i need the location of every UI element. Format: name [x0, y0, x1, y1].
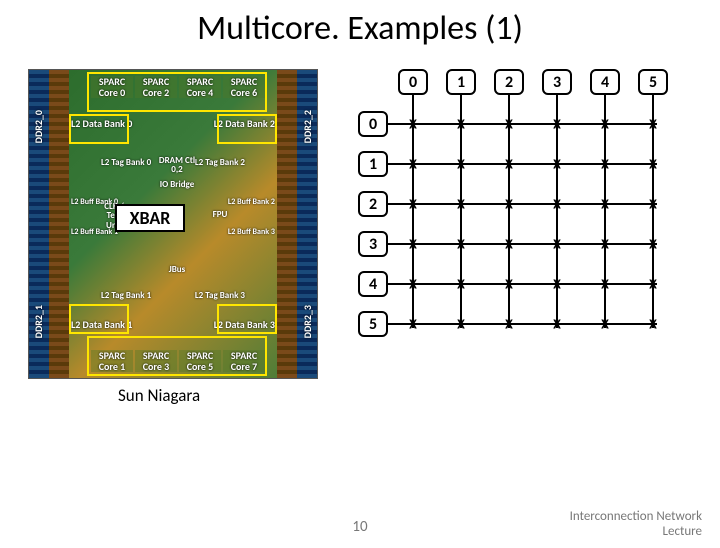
- ddr-label: DDR2_2: [301, 110, 314, 143]
- crossbar-row-node: 2: [358, 191, 388, 217]
- crossbar-intersection: X: [553, 156, 561, 173]
- crossbar-intersection: X: [601, 196, 609, 213]
- crossbar-intersection: X: [457, 316, 465, 333]
- l2-buf-label: L2 Buff Bank 3: [228, 228, 275, 236]
- crossbar-col-node: 2: [494, 69, 524, 95]
- crossbar-intersection: X: [601, 276, 609, 293]
- fpu-label: FPU: [205, 210, 235, 219]
- l2-tag-label: L2 Tag Bank 3: [195, 291, 245, 300]
- crossbar-intersection: X: [553, 276, 561, 293]
- crossbar-intersection: X: [409, 116, 417, 133]
- crossbar-intersection: X: [649, 316, 657, 333]
- crossbar-intersection: X: [409, 156, 417, 173]
- crossbar-intersection: X: [409, 276, 417, 293]
- l2-tag-label: L2 Tag Bank 2: [195, 158, 245, 167]
- crossbar-intersection: X: [457, 236, 465, 253]
- crossbar-intersection: X: [457, 276, 465, 293]
- sun-niagara-caption: Sun Niagara: [118, 385, 318, 406]
- xbar-label: XBAR: [115, 204, 185, 232]
- l2-buf-label: L2 Buff Bank 2: [228, 198, 275, 206]
- page-number: 10: [352, 518, 367, 536]
- crossbar-intersection: X: [505, 196, 513, 213]
- crossbar-col-node: 5: [638, 69, 668, 95]
- crossbar-intersection: X: [553, 116, 561, 133]
- crossbar-intersection: X: [601, 156, 609, 173]
- main-content: DDR2_0 DDR2_1 DDR2_2 DDR2_3 SPARC Core 0…: [0, 69, 720, 406]
- crossbar-intersection: X: [553, 196, 561, 213]
- crossbar-col-node: 4: [590, 69, 620, 95]
- crossbar-intersection: X: [457, 196, 465, 213]
- crossbar-row-node: 3: [358, 231, 388, 257]
- page-title: Multicore. Examples (1): [0, 8, 720, 49]
- crossbar-intersection: X: [601, 236, 609, 253]
- crossbar-intersection: X: [601, 116, 609, 133]
- crossbar-intersection: X: [505, 236, 513, 253]
- crossbar-intersection: X: [649, 116, 657, 133]
- crossbar-intersection: X: [409, 196, 417, 213]
- crossbar-intersection: X: [505, 276, 513, 293]
- crossbar-intersection: X: [649, 276, 657, 293]
- die-column: DDR2_0 DDR2_1 DDR2_2 DDR2_3 SPARC Core 0…: [28, 69, 318, 406]
- jbus-label: JBus: [157, 265, 197, 274]
- crossbar-intersection: X: [649, 196, 657, 213]
- crossbar-row-node: 0: [358, 111, 388, 137]
- crossbar-intersection: X: [409, 236, 417, 253]
- crossbar-intersection: X: [505, 316, 513, 333]
- io-bridge-label: IO Bridge: [157, 180, 197, 189]
- crossbar-intersection: X: [553, 236, 561, 253]
- crossbar-intersection: X: [457, 116, 465, 133]
- crossbar-intersection: X: [649, 236, 657, 253]
- crossbar-col-node: 0: [398, 69, 428, 95]
- crossbar-row-node: 5: [358, 311, 388, 337]
- crossbar-col-node: 3: [542, 69, 572, 95]
- l2-tag-label: L2 Tag Bank 0: [101, 158, 151, 167]
- crossbar-intersection: X: [457, 156, 465, 173]
- crossbar-row-node: 1: [358, 151, 388, 177]
- dram-ctl-label: DRAM Ctl 0,2: [157, 156, 197, 175]
- die-image: DDR2_0 DDR2_1 DDR2_2 DDR2_3 SPARC Core 0…: [28, 69, 318, 379]
- crossbar-intersection: X: [553, 316, 561, 333]
- l2-tag-label: L2 Tag Bank 1: [101, 291, 151, 300]
- ddr-label: DDR2_1: [32, 305, 45, 338]
- crossbar-intersection: X: [505, 116, 513, 133]
- crossbar-intersection: X: [505, 156, 513, 173]
- crossbar-col-node: 1: [446, 69, 476, 95]
- footer-line1: Interconnection Network: [570, 510, 702, 525]
- crossbar-row-node: 4: [358, 271, 388, 297]
- crossbar-intersection: X: [649, 156, 657, 173]
- crossbar-intersection: X: [601, 316, 609, 333]
- footer-text: Interconnection Network Lecture: [570, 510, 702, 540]
- ddr-label: DDR2_0: [32, 110, 45, 143]
- crossbar-diagram: 012345012345XXXXXXXXXXXXXXXXXXXXXXXXXXXX…: [358, 69, 678, 369]
- ddr-label: DDR2_3: [301, 305, 314, 338]
- crossbar-intersection: X: [409, 316, 417, 333]
- footer-line2: Lecture: [570, 525, 702, 540]
